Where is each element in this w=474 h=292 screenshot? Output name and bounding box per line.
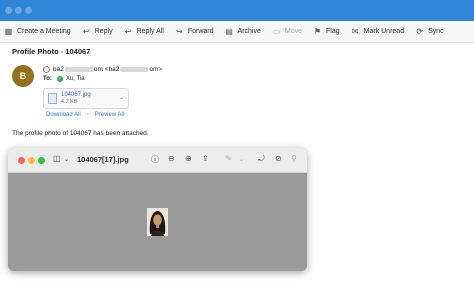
chevron-down-icon[interactable]: ⌄ [64,156,69,163]
share-icon[interactable]: ⇪ [202,154,209,163]
preview-minimize-button[interactable] [28,157,35,164]
zoom-out-icon[interactable]: ⊖ [168,154,175,163]
image-file-icon [48,93,57,104]
email-body: The profile photo of 104067 has been att… [12,130,149,137]
preview-zoom-button[interactable] [38,157,45,164]
recipient-name[interactable]: Xu, Tia [66,76,85,82]
reply-all-button[interactable]: ↩ Reply All [124,27,164,36]
markup-icon[interactable]: ⊘ [275,154,282,163]
chevron-down-icon[interactable]: ⌄ [239,156,244,163]
sync-button[interactable]: ⟳ Sync [415,27,443,36]
preview-all-link[interactable]: Preview All [95,112,124,118]
envelope-icon: ✉ [351,27,359,36]
verified-check-icon: ✓ [56,76,63,82]
attachment-name: 104067.jpg [61,92,91,98]
reply-button[interactable]: ↩ Reply [82,27,113,36]
preview-canvas [8,173,307,271]
read-status-icon [43,66,50,73]
mark-unread-button[interactable]: ✉ Mark Unread [351,27,404,36]
folder-icon: ▭ [272,27,281,36]
move-button[interactable]: ▭ Move [272,27,302,36]
create-meeting-button[interactable]: ▦ Create a Meeting [4,27,71,36]
close-window-button[interactable] [5,7,12,14]
sender-avatar: B [12,65,34,87]
flag-button[interactable]: ⚑ Flag [313,27,340,36]
zoom-in-icon[interactable]: ⊕ [185,154,192,163]
download-all-link[interactable]: Download All [46,112,81,118]
archive-button[interactable]: ▤ Archive [225,27,261,36]
sender-line[interactable]: ba2 om <ba2 om> [43,66,162,73]
redacted-text [120,67,149,72]
minimize-window-button[interactable] [15,7,22,14]
reply-icon: ↩ [82,27,90,36]
preview-toolbar: ◫ ⌄ 104067[17].jpg ⓘ ⊖ ⊕ ⇪ ✎ ⌄ ⤾ ⊘ ⚲ [8,148,307,173]
calendar-icon: ▦ [4,27,13,36]
preview-title: 104067[17].jpg [77,155,129,164]
zoom-window-button[interactable] [25,7,32,14]
forward-icon: ↪ [175,27,183,36]
sidebar-toggle-icon[interactable]: ◫ [53,154,61,163]
flag-icon: ⚑ [313,27,322,36]
attachment-size: 4.2 KB [61,99,78,105]
email-subject: Profile Photo - 104067 [12,47,91,56]
archive-icon: ▤ [225,27,233,36]
sync-icon: ⟳ [416,27,423,36]
message-toolbar: ▦ Create a Meeting ↩ Reply ↩ Reply All ↪… [0,21,474,43]
info-icon[interactable]: ⓘ [151,154,159,165]
attachment-card[interactable]: 104067.jpg 4.2 KB ⌄ [43,88,129,109]
rotate-icon[interactable]: ⤾ [258,154,265,164]
markup-pen-icon[interactable]: ✎ [225,154,232,163]
preview-close-button[interactable] [18,157,25,164]
recipient-line: To: ✓ Xu, Tia [43,76,85,82]
redacted-text [64,67,93,72]
reply-all-icon: ↩ [124,27,132,36]
search-icon[interactable]: ⚲ [291,154,297,163]
chevron-down-icon[interactable]: ⌄ [119,94,124,101]
forward-button[interactable]: ↪ Forward [175,27,214,36]
profile-photo-image [147,208,168,236]
window-titlebar [0,0,474,21]
separator-dot: • [86,112,89,118]
image-preview-window: ◫ ⌄ 104067[17].jpg ⓘ ⊖ ⊕ ⇪ ✎ ⌄ ⤾ ⊘ ⚲ [8,148,307,271]
attachment-actions: Download All • Preview All [46,112,124,118]
